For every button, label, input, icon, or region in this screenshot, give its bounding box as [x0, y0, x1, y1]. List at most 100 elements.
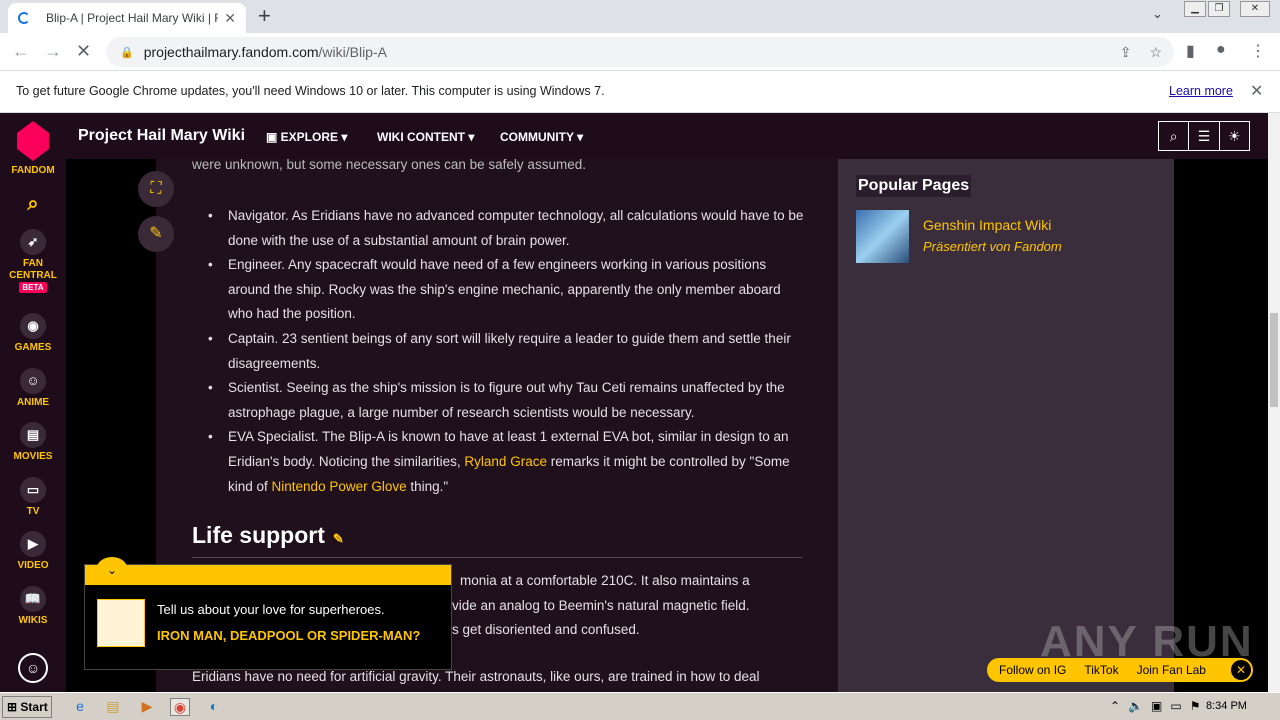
wiki-title[interactable]: Project Hail Mary Wiki: [78, 127, 245, 145]
clock[interactable]: 8:34 PM: [1206, 700, 1247, 712]
edit-section-icon[interactable]: ✎: [333, 531, 344, 546]
tiktok-link[interactable]: TikTok: [1084, 663, 1118, 677]
gamepad-icon: ◉: [20, 313, 46, 339]
page-scrollbar[interactable]: [1268, 113, 1280, 692]
explore-label: EXPLORE: [280, 130, 339, 144]
address-bar[interactable]: 🔒 projecthailmary.fandom.com /wiki/Blip-…: [106, 37, 1174, 67]
section-divider: [192, 557, 802, 558]
rail-tv[interactable]: ▭ TV: [0, 477, 66, 517]
share-icon[interactable]: ⇪: [1120, 44, 1132, 61]
rail-movies[interactable]: ▤ MOVIES: [0, 422, 66, 462]
edge-icon[interactable]: ◐: [204, 698, 224, 716]
rail-anime[interactable]: ☺ ANIME: [0, 368, 66, 408]
flag-icon[interactable]: ⚑: [1190, 699, 1201, 713]
genshin-thumbnail[interactable]: [856, 210, 909, 263]
forward-icon[interactable]: →: [44, 41, 62, 62]
chrome-icon[interactable]: ◉: [170, 698, 190, 716]
anime-label: ANIME: [16, 397, 50, 408]
search-icon[interactable]: ⌕: [1159, 122, 1190, 150]
list-item: Navigator. As Eridians have no advanced …: [192, 204, 804, 253]
update-infobar: To get future Google Chrome updates, you…: [0, 71, 1280, 113]
rail-fan-central[interactable]: ➶ FAN CENTRAL BETA: [0, 229, 66, 293]
window-close-button[interactable]: ✕: [1240, 1, 1270, 17]
explorer-icon[interactable]: ▤: [103, 698, 123, 716]
follow-ig-link[interactable]: Follow on IG: [999, 663, 1066, 677]
side-panel-icon[interactable]: ▮: [1186, 41, 1195, 61]
menu-icon[interactable]: ⋮: [1250, 41, 1266, 61]
show-hidden-icon[interactable]: ⌃: [1110, 699, 1120, 713]
start-label: Start: [20, 700, 48, 714]
life-support-text-3: s get disoriented and confused.: [452, 622, 640, 637]
section-heading: Life support ✎: [192, 522, 344, 549]
stop-icon[interactable]: ✕: [76, 41, 91, 62]
community-menu[interactable]: COMMUNITY ▾: [500, 130, 583, 144]
ie-icon[interactable]: e: [70, 698, 90, 716]
header-tools: ⌕ ☰ ☀: [1158, 121, 1250, 151]
bookmark-star-icon[interactable]: ☆: [1149, 44, 1162, 61]
tab-title: Blip-A | Project Hail Mary Wiki | Fand: [46, 11, 219, 25]
popular-page-link[interactable]: Genshin Impact Wiki: [923, 217, 1051, 233]
tab-search-icon[interactable]: ⌄: [1152, 6, 1163, 22]
ryland-grace-link[interactable]: Ryland Grace: [464, 454, 547, 469]
start-button[interactable]: ⊞ Start: [2, 696, 52, 718]
rail-wikis[interactable]: 📖 WIKIS: [0, 586, 66, 626]
right-rail: Popular Pages Genshin Impact Wiki Präsen…: [838, 159, 1174, 692]
play-icon: ▶: [20, 531, 46, 557]
rail-games[interactable]: ◉ GAMES: [0, 313, 66, 353]
url-path: /wiki/Blip-A: [318, 44, 387, 60]
close-icon[interactable]: ✕: [1231, 660, 1251, 680]
theme-toggle-icon[interactable]: ☀: [1220, 122, 1249, 150]
fan-lab-link[interactable]: Join Fan Lab: [1137, 663, 1206, 677]
search-icon[interactable]: ⌕: [0, 193, 66, 216]
community-label: COMMUNITY: [500, 130, 574, 144]
quiz-popup: ⌄ Tell us about your love for superheroe…: [84, 557, 452, 670]
explore-menu[interactable]: ▣ EXPLORE ▾: [266, 130, 347, 144]
battery-icon[interactable]: ▭: [1170, 699, 1181, 713]
wiki-content-menu[interactable]: WIKI CONTENT ▾: [377, 130, 474, 144]
clapperboard-icon: ▤: [20, 422, 46, 448]
video-label: VIDEO: [17, 560, 49, 571]
fullscreen-icon[interactable]: ⛶: [138, 171, 174, 207]
profile-icon[interactable]: ●: [1216, 41, 1226, 59]
media-player-icon[interactable]: ▶: [137, 698, 157, 716]
account-icon[interactable]: ☺: [18, 653, 48, 683]
new-tab-button[interactable]: +: [258, 4, 271, 28]
fandom-label: FANDOM: [11, 165, 55, 176]
tab-close-icon[interactable]: ✕: [224, 10, 236, 27]
tab-blip-a[interactable]: Blip-A | Project Hail Mary Wiki | Fand ✕: [8, 3, 246, 33]
learn-more-link[interactable]: Learn more: [1169, 84, 1233, 98]
fandom-home[interactable]: FANDOM: [0, 121, 66, 176]
discussions-icon[interactable]: ☰: [1189, 122, 1220, 150]
games-label: GAMES: [14, 342, 52, 353]
restore-button[interactable]: ❐: [1208, 1, 1230, 17]
list-item: Scientist. Seeing as the ship's mission …: [192, 376, 804, 425]
url-host: projecthailmary.fandom.com: [143, 44, 319, 60]
quiz-question: Tell us about your love for superheroes.: [157, 602, 385, 617]
edit-icon[interactable]: ✎: [138, 216, 174, 252]
wikis-label: WIKIS: [18, 615, 48, 626]
collapse-chevron-icon[interactable]: ⌄: [97, 557, 127, 579]
network-icon[interactable]: ▣: [1151, 699, 1162, 713]
power-glove-link[interactable]: Nintendo Power Glove: [272, 479, 407, 494]
back-icon[interactable]: ←: [12, 41, 30, 62]
article-text: Eridians have no need for artificial gra…: [192, 669, 760, 684]
system-tray: ⌃ 🔈 ▣ ▭ ⚑: [1110, 699, 1200, 713]
page-content: FANDOM ⌕ ➶ FAN CENTRAL BETA ◉ GAMES ☺ AN…: [0, 113, 1268, 692]
life-support-text-2: vide an analog to Beemin's natural magne…: [452, 598, 750, 613]
minimize-button[interactable]: ▁: [1184, 1, 1206, 17]
wiki-content-label: WIKI CONTENT: [377, 130, 465, 144]
fandom-left-rail: FANDOM ⌕ ➶ FAN CENTRAL BETA ◉ GAMES ☺ AN…: [0, 113, 66, 692]
crew-list: Navigator. As Eridians have no advanced …: [192, 204, 804, 499]
infobar-close-icon[interactable]: ✕: [1250, 81, 1263, 101]
life-support-text-1: monia at a comfortable 210C. It also mai…: [460, 573, 750, 588]
movies-label: MOVIES: [13, 451, 53, 462]
browser-toolbar: ← → ✕ 🔒 projecthailmary.fandom.com /wiki…: [0, 33, 1280, 71]
quiz-answer-link[interactable]: IRON MAN, DEADPOOL OR SPIDER-MAN?: [157, 628, 427, 644]
book-icon: 📖: [20, 586, 46, 612]
popular-page-subtitle: Präsentiert von Fandom: [923, 239, 1062, 254]
scrollbar-thumb[interactable]: [1270, 313, 1278, 407]
tab-strip: Blip-A | Project Hail Mary Wiki | Fand ✕…: [0, 0, 1280, 33]
volume-icon[interactable]: 🔈: [1128, 699, 1143, 713]
rail-video[interactable]: ▶ VIDEO: [0, 531, 66, 571]
quiz-image: [97, 599, 145, 647]
